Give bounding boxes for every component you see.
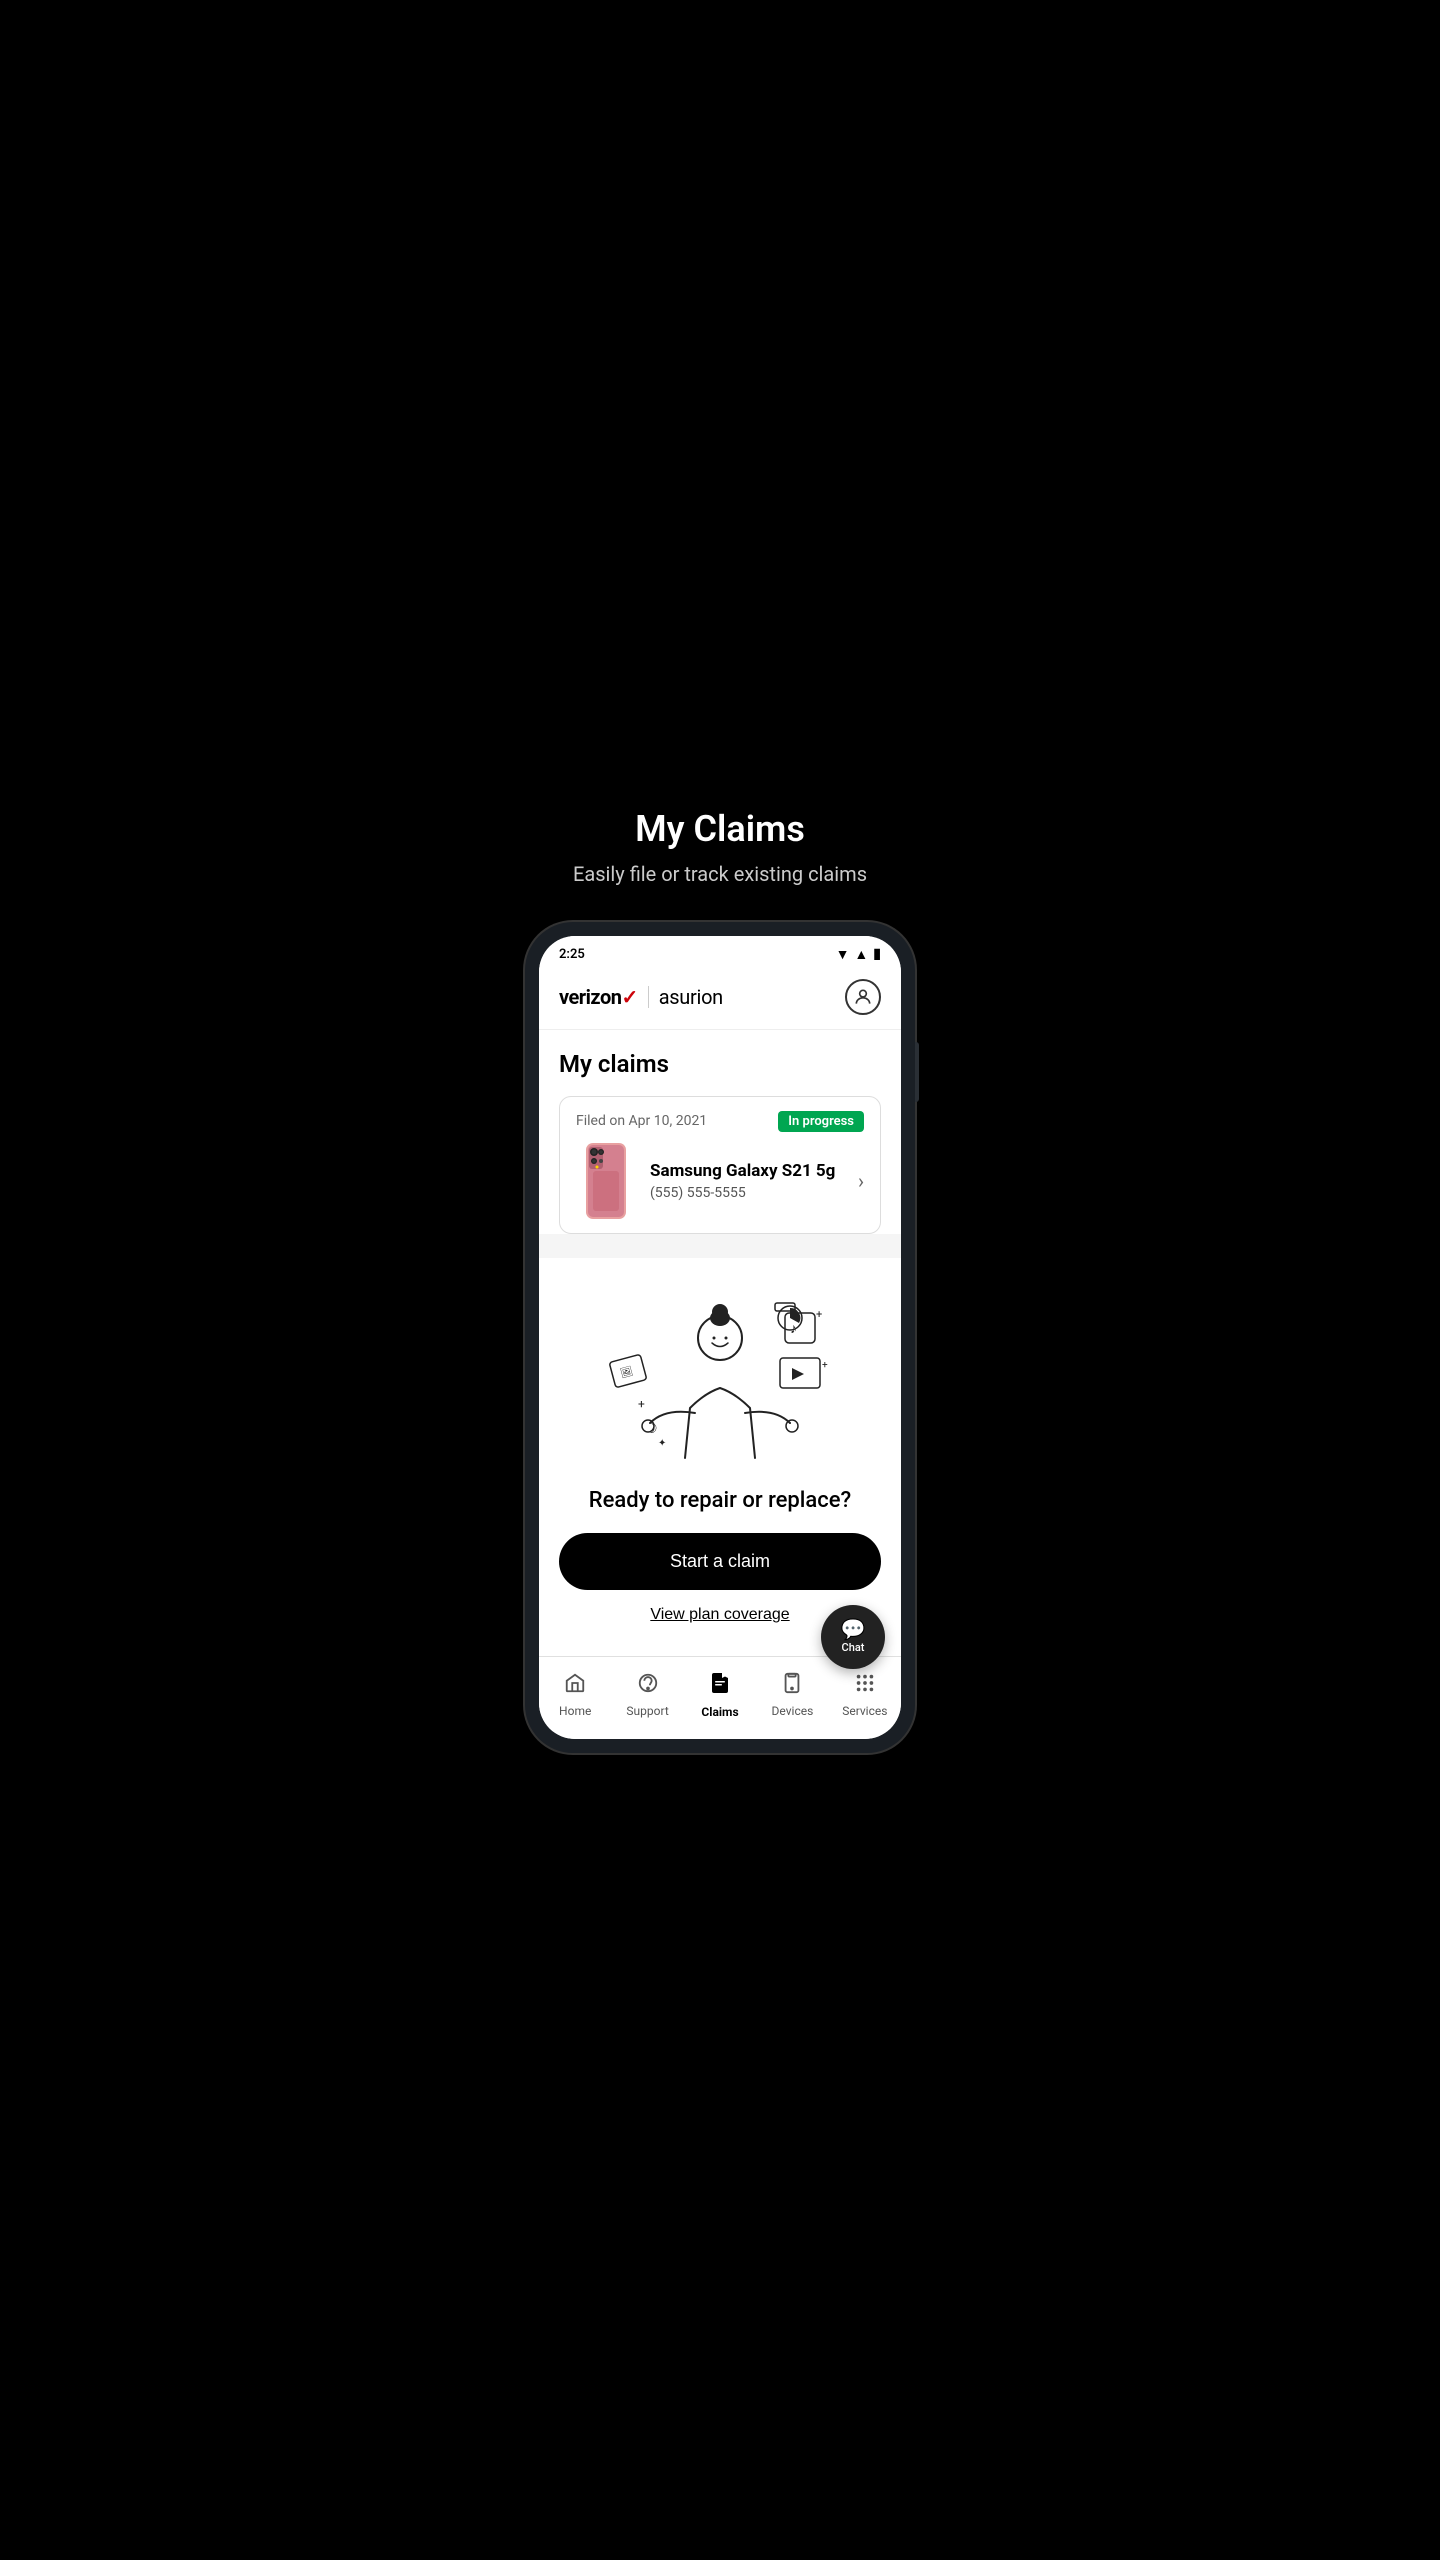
illustration-svg: 🖼 ☽ ✦ + ♪ + + — [590, 1268, 850, 1478]
svg-text:☽: ☽ — [645, 1421, 658, 1437]
device-name: Samsung Galaxy S21 5g — [650, 1161, 844, 1181]
support-icon — [637, 1672, 659, 1700]
start-claim-button[interactable]: Start a claim — [559, 1533, 881, 1590]
status-time: 2:25 — [559, 947, 585, 962]
nav-item-services[interactable]: Services — [829, 1668, 901, 1722]
nav-label-home: Home — [559, 1704, 591, 1718]
services-icon — [854, 1672, 876, 1700]
status-bar: 2:25 ▼ ▲ ▮ — [539, 936, 901, 969]
nav-label-support: Support — [626, 1704, 668, 1718]
repair-text: Ready to repair or replace? — [589, 1488, 851, 1513]
nav-label-devices: Devices — [772, 1704, 814, 1718]
app-content: My claims Filed on Apr 10, 2021 In progr… — [539, 1030, 901, 1234]
app-header: verizon✓ asurion — [539, 969, 901, 1030]
verizon-checkmark: ✓ — [621, 985, 637, 1009]
svg-text:+: + — [816, 1308, 822, 1321]
chat-fab-icon: 💬 — [841, 1619, 866, 1639]
device-number: (555) 555-5555 — [650, 1185, 844, 1201]
profile-icon — [853, 987, 873, 1007]
svg-text:✦: ✦ — [658, 1438, 666, 1449]
device-svg — [581, 1141, 631, 1221]
svg-text:+: + — [638, 1397, 645, 1411]
illustration-area: 🖼 ☽ ✦ + ♪ + + — [539, 1258, 901, 1533]
filed-date: Filed on Apr 10, 2021 — [576, 1113, 707, 1129]
device-image — [576, 1144, 636, 1219]
asurion-logo: asurion — [659, 985, 723, 1009]
logo-divider — [648, 986, 649, 1008]
signal-icon: ▼ — [836, 946, 850, 963]
nav-item-devices[interactable]: Devices — [756, 1668, 828, 1722]
section-title: My claims — [559, 1050, 881, 1078]
device-info: Samsung Galaxy S21 5g (555) 555-5555 — [650, 1161, 844, 1201]
svg-text:🖼: 🖼 — [619, 1364, 634, 1379]
chat-fab-button[interactable]: 💬 Chat — [821, 1605, 885, 1669]
phone-device: 2:25 ▼ ▲ ▮ verizon✓ asurion — [525, 922, 915, 1753]
page-subtitle: Easily file or track existing claims — [573, 862, 867, 886]
nav-item-home[interactable]: Home — [539, 1668, 611, 1722]
claim-device-row: Samsung Galaxy S21 5g (555) 555-5555 › — [576, 1144, 864, 1219]
claim-card[interactable]: Filed on Apr 10, 2021 In progress — [559, 1096, 881, 1234]
status-badge: In progress — [778, 1111, 864, 1132]
logo-area: verizon✓ asurion — [559, 985, 723, 1009]
page-title: My Claims — [635, 808, 805, 850]
svg-text:+: + — [822, 1360, 828, 1371]
profile-button[interactable] — [845, 979, 881, 1015]
nav-item-support[interactable]: Support — [611, 1668, 683, 1722]
nav-item-claims[interactable]: Claims — [684, 1667, 756, 1723]
devices-icon — [781, 1672, 803, 1700]
battery-icon: ▮ — [873, 946, 881, 962]
claims-icon — [708, 1671, 732, 1701]
home-icon — [564, 1672, 586, 1700]
btn-area: Start a claim — [539, 1533, 901, 1590]
page-wrapper: My Claims Easily file or track existing … — [505, 808, 935, 1753]
verizon-text: verizon — [559, 985, 621, 1009]
phone-screen: 2:25 ▼ ▲ ▮ verizon✓ asurion — [539, 936, 901, 1739]
verizon-logo: verizon✓ — [559, 985, 638, 1009]
view-plan-coverage-link[interactable]: View plan coverage — [650, 1590, 789, 1640]
claim-card-header: Filed on Apr 10, 2021 In progress — [576, 1111, 864, 1132]
chat-fab-label: Chat — [842, 1641, 865, 1654]
status-icons: ▼ ▲ ▮ — [836, 946, 881, 963]
nav-label-claims: Claims — [701, 1705, 738, 1719]
chevron-right-icon: › — [858, 1169, 864, 1193]
wifi-icon: ▲ — [854, 946, 868, 963]
nav-label-services: Services — [842, 1704, 887, 1718]
